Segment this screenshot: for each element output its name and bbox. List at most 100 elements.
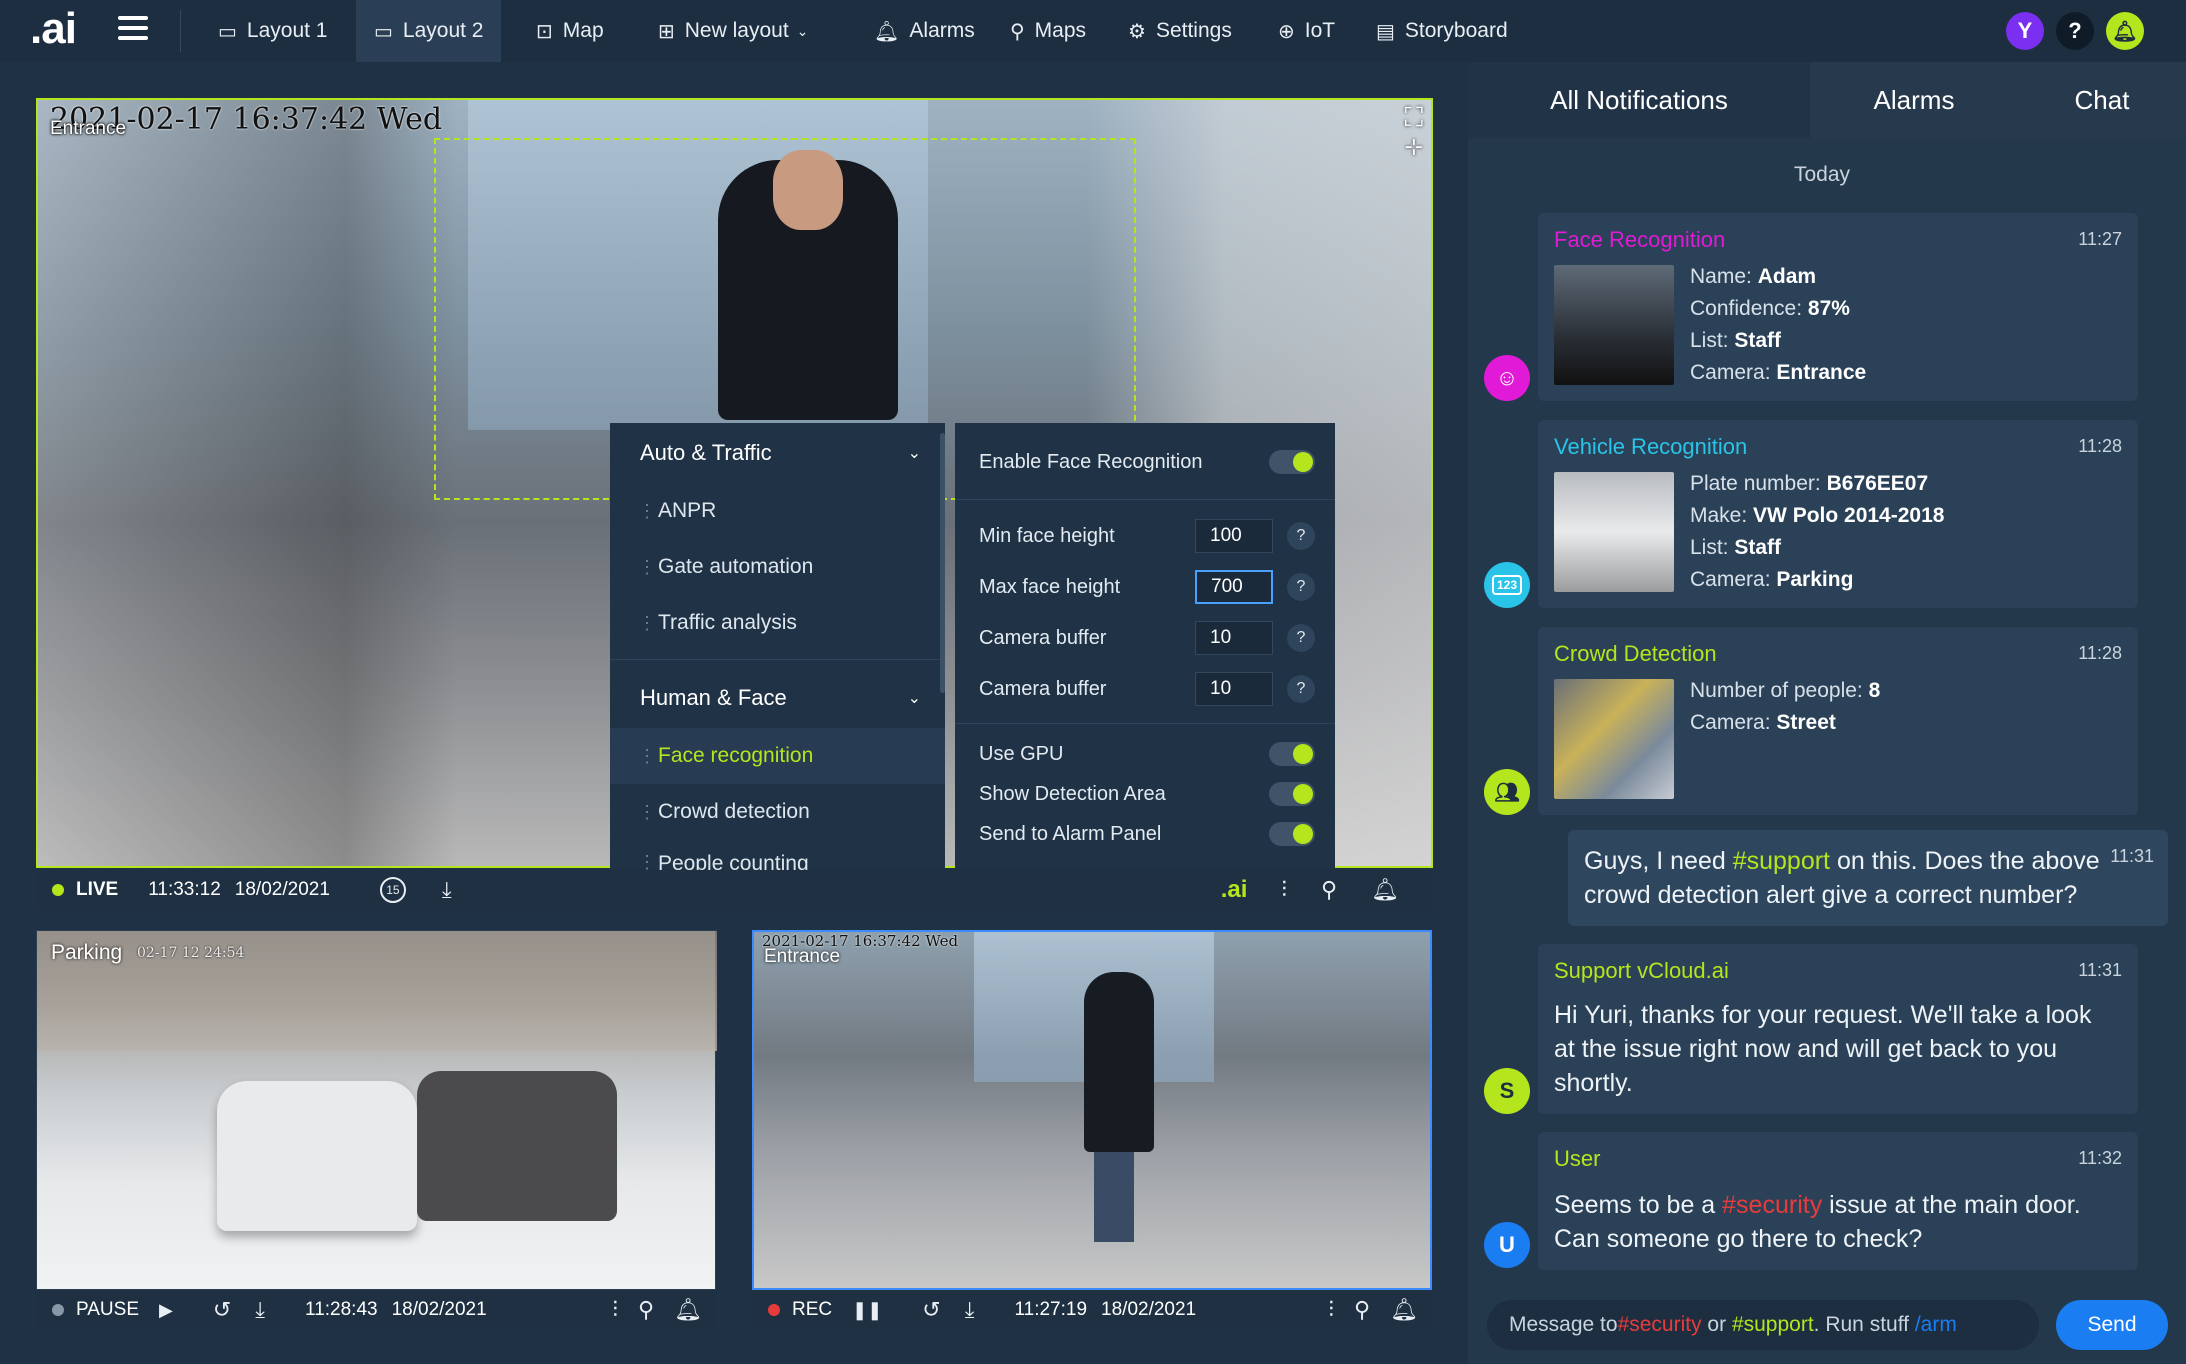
notifications-bell-icon[interactable]: 🔔︎	[2106, 12, 2144, 50]
fullscreen-icon[interactable]: ⛶	[1405, 102, 1423, 134]
rewind-15-icon[interactable]: 15	[379, 877, 406, 903]
crowd-thumbnail	[1554, 679, 1674, 799]
nav-storyboard[interactable]: ▤ Storyboard	[1358, 0, 1526, 62]
date-separator: Today	[1793, 163, 1851, 186]
download-icon[interactable]: ⤓	[255, 1297, 265, 1323]
nav-alarms[interactable]: 🔔︎ Alarms	[856, 0, 993, 62]
location-pin-icon[interactable]: ⚲	[1354, 1297, 1370, 1323]
help-icon[interactable]: ?	[1287, 624, 1315, 652]
face-recognition-card[interactable]: Face Recognition 11:27 Name: Adam Confid…	[1538, 213, 2138, 401]
menu-item-anpr[interactable]: ANPR	[610, 483, 945, 539]
send-to-alarm-panel-toggle[interactable]	[1269, 822, 1315, 846]
show-detection-area-toggle[interactable]	[1269, 782, 1315, 806]
use-gpu-label: Use GPU	[979, 742, 1064, 765]
card-time: 11:28	[2078, 643, 2122, 663]
plus-icon: ⊞	[658, 20, 675, 43]
nav-map[interactable]: ⊡ Map	[518, 0, 622, 62]
pin-icon: ⚲	[1010, 20, 1025, 43]
location-pin-icon[interactable]: ⚲	[638, 1297, 654, 1323]
alarm-bell-icon[interactable]: 🔔︎	[1390, 1297, 1418, 1323]
max-face-height-input[interactable]: 700	[1195, 570, 1273, 604]
card-line: Number of people: 8	[1690, 679, 1881, 702]
alarm-bell-icon[interactable]: 🔔︎	[674, 1297, 702, 1323]
group-human-face[interactable]: Human & Face ⌄	[610, 668, 945, 728]
enable-face-label: Enable Face Recognition	[979, 450, 1203, 473]
menu-item-crowd-detection[interactable]: Crowd detection	[610, 784, 945, 840]
sender-name: User	[1554, 1146, 1601, 1171]
adjust-sliders-icon[interactable]: ⫶	[1328, 1297, 1334, 1323]
exit-fullscreen-icon[interactable]: ⊹	[1405, 134, 1423, 160]
menu-item-gate-automation[interactable]: Gate automation	[610, 539, 945, 595]
enable-face-toggle[interactable]	[1269, 450, 1315, 474]
nav-settings[interactable]: ⚙ Settings	[1110, 0, 1250, 62]
globe-icon: ⊕	[1278, 20, 1295, 43]
chevron-down-icon: ⌄	[796, 22, 809, 39]
download-icon[interactable]: ⤓	[965, 1297, 975, 1323]
nav-maps[interactable]: ⚲ Maps	[992, 0, 1104, 62]
layout-icon: ▭	[218, 20, 237, 43]
app-logo[interactable]: .ai	[30, 4, 77, 54]
support-avatar[interactable]: S	[1484, 1068, 1530, 1114]
adjust-sliders-icon[interactable]: ⫶	[1281, 877, 1287, 903]
card-line: List: Staff	[1690, 536, 1782, 559]
message-time: 11:31	[2110, 846, 2154, 866]
people-icon: 👥︎	[1484, 769, 1530, 815]
vehicle-thumbnail	[1554, 472, 1674, 592]
location-pin-icon[interactable]: ⚲	[1321, 877, 1337, 903]
message-input[interactable]: Message to #security or #support. Run st…	[1487, 1300, 2039, 1350]
bell-icon: 🔔︎	[874, 20, 900, 43]
card-time: 11:28	[2078, 436, 2122, 456]
chat-message-outgoing: Guys, I need #support on this. Does the …	[1568, 830, 2168, 926]
camera-buffer-input[interactable]: 10	[1195, 621, 1273, 655]
group-auto-traffic[interactable]: Auto & Traffic ⌄	[610, 423, 945, 483]
camera-buffer-label: Camera buffer	[979, 626, 1107, 649]
help-icon[interactable]: ?	[1287, 522, 1315, 550]
menu-item-face-recognition[interactable]: Face recognition	[610, 728, 945, 784]
card-line: Camera: Entrance	[1690, 361, 1867, 384]
download-icon[interactable]: ⤓	[442, 877, 452, 903]
user-avatar[interactable]: U	[1484, 1222, 1530, 1268]
entrance-camera-view[interactable]: 2021-02-17 16:37:42 Wed Entrance	[752, 930, 1432, 1290]
pause-icon[interactable]: ❚❚	[852, 1300, 882, 1321]
live-indicator	[52, 884, 64, 896]
hamburger-menu-icon[interactable]	[118, 16, 148, 42]
tab-all-notifications[interactable]: All Notifications	[1468, 62, 1810, 138]
send-to-alarm-panel-label: Send to Alarm Panel	[979, 822, 1162, 845]
camera-buffer-input[interactable]: 10	[1195, 672, 1273, 706]
help-icon[interactable]: ?	[1287, 573, 1315, 601]
tab-alarms[interactable]: Alarms	[1810, 62, 2018, 138]
crowd-detection-card[interactable]: Crowd Detection 11:28 Number of people: …	[1538, 627, 2138, 815]
history-icon[interactable]: ↺	[922, 1297, 940, 1323]
nav-iot[interactable]: ⊕ IoT	[1260, 0, 1353, 62]
max-face-height-label: Max face height	[979, 575, 1121, 598]
alarm-bell-icon[interactable]: 🔔︎	[1371, 877, 1399, 903]
min-face-height-input[interactable]: 100	[1195, 519, 1273, 553]
play-icon[interactable]: ▶	[159, 1300, 173, 1321]
nav-layout-2[interactable]: ▭ Layout 2	[356, 0, 502, 62]
card-line: Name: Adam	[1690, 265, 1817, 288]
layout-icon: ▭	[374, 20, 393, 43]
nav-new-layout[interactable]: ⊞ New layout ⌄	[640, 0, 826, 62]
user-avatar[interactable]: Y	[2006, 12, 2044, 50]
nav-layout-1[interactable]: ▭ Layout 1	[200, 0, 345, 62]
help-button[interactable]: ?	[2056, 12, 2094, 50]
face-id-icon: ☺	[1484, 355, 1530, 401]
adjust-sliders-icon[interactable]: ⫶	[612, 1297, 618, 1323]
history-icon[interactable]: ↺	[213, 1297, 231, 1323]
menu-scrollbar[interactable]	[940, 433, 945, 693]
menu-item-traffic-analysis[interactable]: Traffic analysis	[610, 595, 945, 651]
analytics-feature-menu: Auto & Traffic⌄ ANPR Gate automation Tra…	[610, 423, 945, 870]
help-icon[interactable]: ?	[1287, 675, 1315, 703]
use-gpu-toggle[interactable]	[1269, 742, 1315, 766]
card-line: List: Staff	[1690, 329, 1782, 352]
message-time: 11:31	[2078, 960, 2122, 980]
vehicle-recognition-card[interactable]: Vehicle Recognition 11:28 Plate number: …	[1538, 420, 2138, 608]
parking-camera-view[interactable]: Parking 02-17 12 24:54	[36, 930, 717, 1290]
message-text: Seems to be a #security issue at the mai…	[1554, 1191, 2081, 1253]
sender-name: Support vCloud.ai	[1554, 958, 1729, 983]
card-title: Vehicle Recognition	[1554, 434, 1748, 459]
send-button[interactable]: Send	[2056, 1300, 2168, 1350]
ai-analytics-button[interactable]: .ai	[1221, 876, 1248, 904]
tab-chat[interactable]: Chat	[2018, 62, 2186, 138]
menu-item-people-counting[interactable]: People counting	[610, 840, 945, 870]
